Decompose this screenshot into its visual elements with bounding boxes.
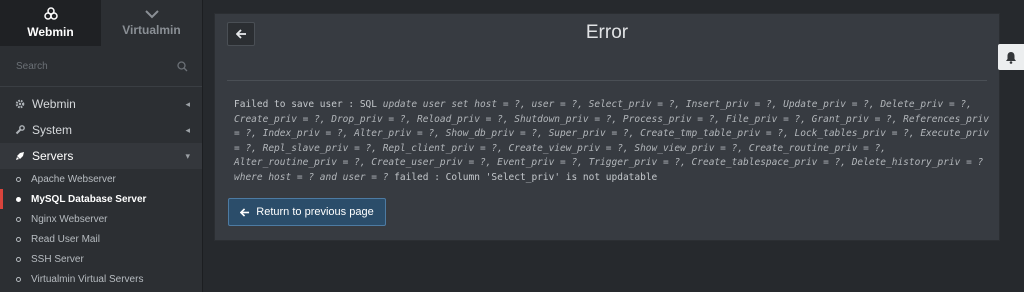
sidebar-category-system[interactable]: System ◂ <box>0 117 202 143</box>
gear-icon <box>14 99 26 109</box>
bell-icon <box>1006 51 1016 64</box>
sidebar-item-label: Apache Webserver <box>31 173 116 185</box>
sidebar-item-read-user-mail[interactable]: Read User Mail <box>0 229 202 249</box>
sidebar-item-mysql-database-server[interactable]: MySQL Database Server <box>0 189 202 209</box>
divider <box>227 80 987 81</box>
sidebar-category-label: Webmin <box>32 97 76 111</box>
bullet-icon <box>16 216 21 222</box>
bullet-icon <box>16 276 21 282</box>
arrow-left-icon <box>240 207 250 217</box>
sidebar-tabs: Webmin Virtualmin <box>0 0 202 46</box>
sidebar: Webmin Virtualmin Webmin ◂ System ◂ <box>0 0 203 292</box>
tab-virtualmin[interactable]: Virtualmin <box>101 0 202 46</box>
tab-webmin-label: Webmin <box>27 25 74 39</box>
bullet-icon <box>16 236 21 242</box>
sidebar-item-apache-webserver[interactable]: Apache Webserver <box>0 169 202 189</box>
bullet-icon <box>16 256 21 262</box>
sidebar-search <box>0 46 202 87</box>
sidebar-item-label: MySQL Database Server <box>31 193 147 205</box>
sidebar-category-servers[interactable]: Servers ▾ <box>0 143 202 169</box>
sidebar-item-virtualmin-virtual-servers[interactable]: Virtualmin Virtual Servers <box>0 269 202 289</box>
chevron-left-icon: ◂ <box>185 98 190 109</box>
main-panel: Error Failed to save user : SQL update u… <box>214 13 1000 241</box>
sidebar-item-label: Virtualmin Virtual Servers <box>31 273 144 285</box>
sidebar-category-webmin[interactable]: Webmin ◂ <box>0 91 202 117</box>
sidebar-item-label: Nginx Webserver <box>31 213 108 225</box>
tab-webmin[interactable]: Webmin <box>0 0 101 46</box>
search-icon[interactable] <box>177 60 188 72</box>
search-input[interactable] <box>14 59 177 73</box>
error-prefix: Failed to save user : SQL <box>234 99 377 110</box>
bullet-icon <box>16 196 21 202</box>
error-suffix: failed : Column 'Select_priv' is not upd… <box>394 171 658 183</box>
sidebar-item-ssh-server[interactable]: SSH Server <box>0 249 202 269</box>
sidebar-item-label: SSH Server <box>31 253 84 265</box>
tab-virtualmin-label: Virtualmin <box>122 23 181 37</box>
return-button-label: Return to previous page <box>256 206 374 218</box>
sidebar-category-label: System <box>32 123 73 137</box>
chevron-down-icon <box>144 10 159 19</box>
sidebar-category-label: Servers <box>32 149 74 163</box>
bullet-icon <box>16 176 21 182</box>
webmin-logo-icon <box>43 7 58 20</box>
return-to-previous-page-button[interactable]: Return to previous page <box>228 198 386 226</box>
page-title: Error <box>585 22 629 43</box>
sidebar-item-nginx-webserver[interactable]: Nginx Webserver <box>0 209 202 229</box>
chevron-left-icon: ◂ <box>185 124 190 135</box>
error-sql-query: update user set host = ?, user = ?, Sele… <box>234 99 989 183</box>
wrench-icon <box>14 125 26 135</box>
rocket-icon <box>14 151 26 161</box>
sidebar-item-label: Read User Mail <box>31 233 100 245</box>
error-message: Failed to save user : SQL update user se… <box>234 98 994 185</box>
notifications-button[interactable] <box>998 44 1024 70</box>
chevron-down-icon: ▾ <box>185 150 190 161</box>
